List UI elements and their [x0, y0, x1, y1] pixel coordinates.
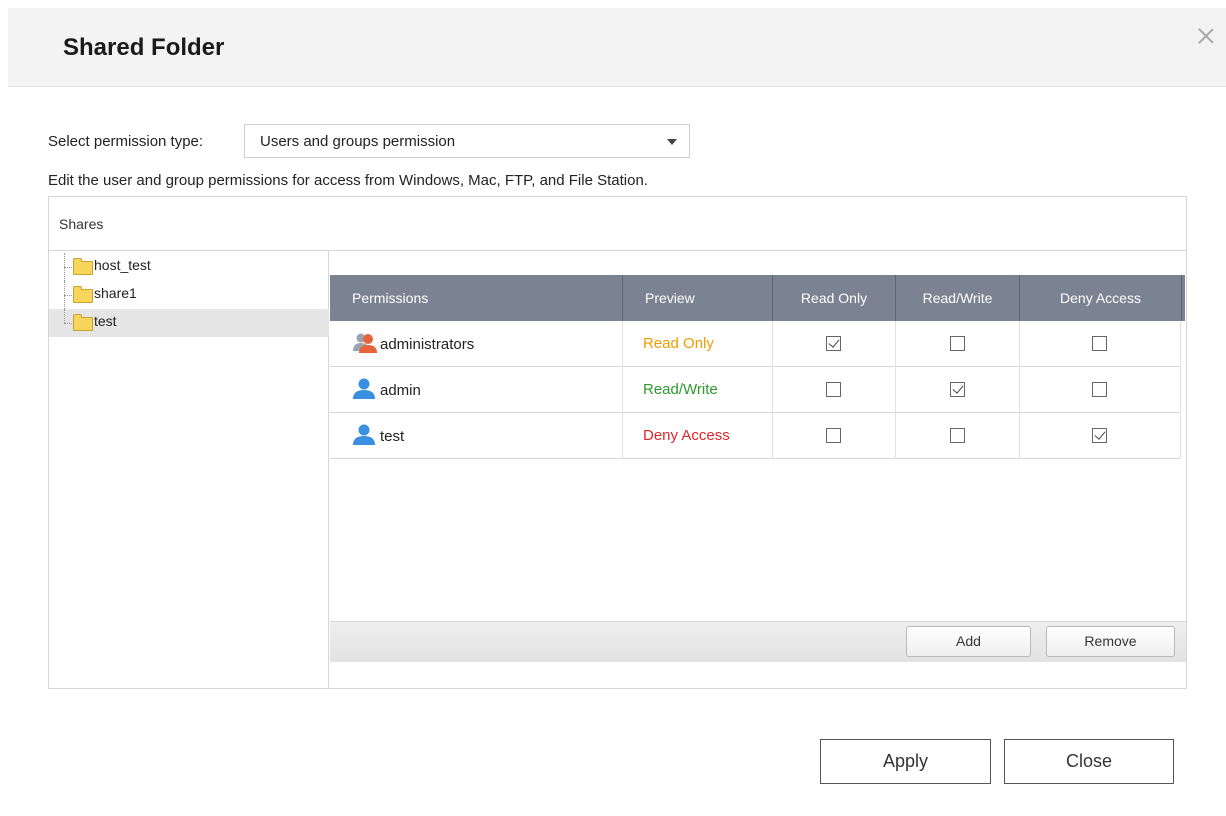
tree-item-label: test [94, 313, 117, 329]
shares-panel: Shares host_test share1 test Permissions… [48, 196, 1187, 689]
user-icon [353, 424, 375, 445]
tree-line [64, 309, 65, 323]
read-only-checkbox[interactable] [826, 428, 841, 443]
permission-name-cell: admin [330, 367, 623, 413]
table-toolbar: Add Remove [330, 621, 1186, 662]
chevron-down-icon [667, 139, 677, 145]
permission-name: admin [380, 382, 421, 399]
description-text: Edit the user and group permissions for … [48, 172, 648, 189]
shares-header-label: Shares [59, 216, 104, 232]
column-header-deny-access[interactable]: Deny Access [1020, 275, 1182, 321]
column-header-permissions[interactable]: Permissions [330, 275, 623, 321]
deny-access-cell [1020, 321, 1181, 367]
close-icon[interactable] [1196, 26, 1216, 46]
checkmark-icon [951, 382, 964, 394]
preview-value: Deny Access [643, 427, 730, 444]
group-icon [353, 333, 377, 353]
read-write-checkbox[interactable] [949, 336, 965, 351]
permission-name: administrators [380, 336, 475, 353]
permission-name-cell: test [330, 413, 623, 459]
checkmark-icon [828, 336, 840, 348]
read-write-cell [896, 367, 1020, 413]
tree-item-label: host_test [94, 257, 151, 273]
permission-type-value: Users and groups permission [260, 133, 456, 150]
tree-item-label: share1 [94, 285, 137, 301]
read-write-checkbox[interactable] [949, 428, 965, 443]
permission-type-label: Select permission type: [48, 133, 204, 150]
folder-icon [73, 258, 93, 275]
permission-name: test [380, 428, 405, 445]
dialog-title: Shared Folder [63, 34, 225, 61]
preview-cell: Read/Write [623, 367, 773, 413]
tree-item-test[interactable]: test [49, 309, 329, 337]
table-row[interactable]: administrators Read Only [330, 321, 1181, 367]
deny-access-checkbox[interactable] [1092, 382, 1107, 397]
column-header-read-only[interactable]: Read Only [773, 275, 896, 321]
column-header-preview[interactable]: Preview [623, 275, 773, 321]
read-write-checkbox[interactable] [949, 382, 965, 397]
remove-button[interactable]: Remove [1046, 626, 1175, 657]
deny-access-cell [1020, 367, 1181, 413]
checkmark-icon [1094, 428, 1106, 440]
close-button[interactable]: Close [1004, 739, 1174, 784]
read-write-cell [896, 413, 1020, 459]
shared-folder-dialog: Shared Folder Select permission type: Us… [0, 0, 1226, 816]
table-row[interactable]: admin Read/Write [330, 367, 1181, 413]
permission-type-select[interactable]: Users and groups permission [244, 124, 690, 158]
preview-value: Read Only [643, 335, 714, 352]
deny-access-checkbox[interactable] [1092, 336, 1107, 351]
read-write-cell [896, 321, 1020, 367]
permissions-table: Permissions Preview Read Only Read/Write… [330, 251, 1186, 689]
preview-cell: Deny Access [623, 413, 773, 459]
deny-access-checkbox[interactable] [1092, 428, 1107, 443]
column-header-read-write[interactable]: Read/Write [896, 275, 1020, 321]
folder-icon [73, 314, 93, 331]
folder-icon [73, 286, 93, 303]
preview-cell: Read Only [623, 321, 773, 367]
apply-button[interactable]: Apply [820, 739, 991, 784]
table-header: Permissions Preview Read Only Read/Write… [330, 275, 1185, 321]
read-only-cell [773, 321, 896, 367]
read-only-checkbox[interactable] [826, 382, 841, 397]
preview-value: Read/Write [643, 381, 718, 398]
tree-item-share1[interactable]: share1 [49, 281, 329, 309]
panel-header: Shares [49, 197, 1186, 251]
read-only-cell [773, 367, 896, 413]
read-only-cell [773, 413, 896, 459]
share-tree: host_test share1 test [49, 251, 329, 689]
user-icon [353, 378, 375, 399]
read-only-checkbox[interactable] [826, 336, 841, 351]
table-row[interactable]: test Deny Access [330, 413, 1181, 459]
add-button[interactable]: Add [906, 626, 1031, 657]
dialog-title-bar: Shared Folder [8, 8, 1226, 87]
tree-item-host-test[interactable]: host_test [49, 253, 329, 281]
deny-access-cell [1020, 413, 1181, 459]
permission-name-cell: administrators [330, 321, 623, 367]
